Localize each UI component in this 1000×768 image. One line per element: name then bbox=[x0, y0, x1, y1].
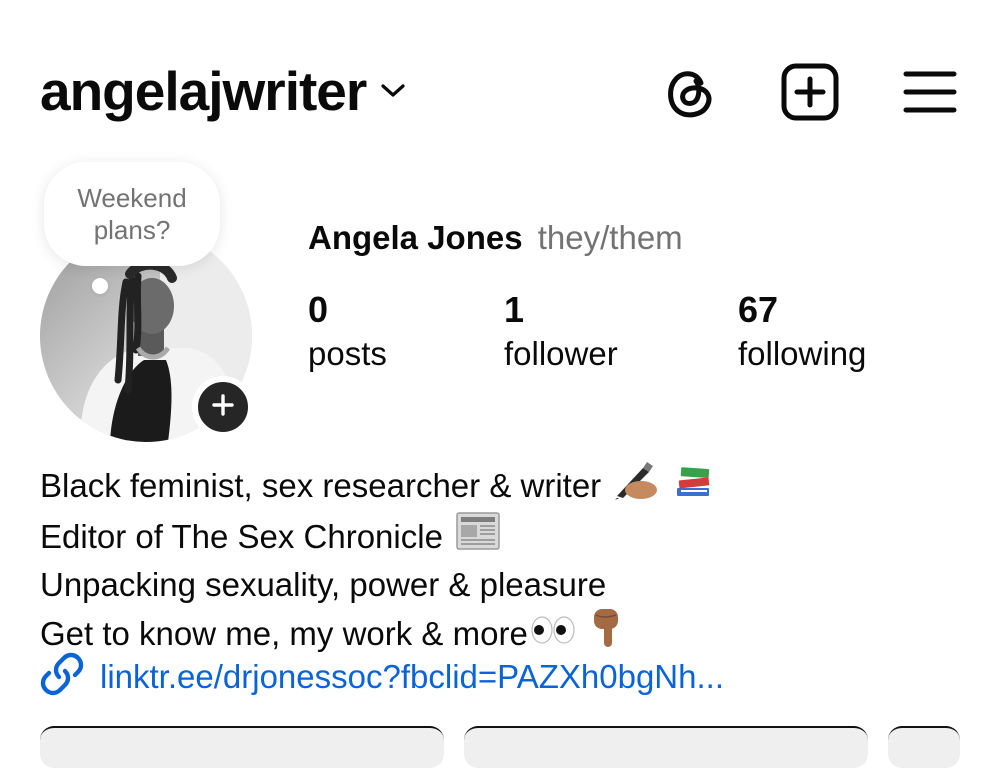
share-profile-button[interactable] bbox=[464, 726, 868, 768]
following-label: following bbox=[738, 335, 867, 372]
profile-name-row: Angela Jones they/them bbox=[308, 216, 683, 260]
threads-icon[interactable] bbox=[660, 62, 720, 122]
followers-value: 1 bbox=[504, 289, 525, 330]
display-name: Angela Jones bbox=[308, 219, 523, 256]
plus-icon bbox=[211, 393, 235, 422]
followers-label: follower bbox=[504, 335, 618, 372]
note-text: Weekend plans? bbox=[77, 183, 187, 245]
following-value: 67 bbox=[738, 289, 779, 330]
profile-header: angelajwriter bbox=[0, 0, 1000, 180]
eyes-icon bbox=[530, 611, 576, 656]
followers-count[interactable]: 1 follower bbox=[504, 288, 618, 376]
writing-hand-icon bbox=[613, 460, 661, 511]
newspaper-icon bbox=[455, 511, 501, 562]
discover-people-button[interactable] bbox=[888, 726, 960, 768]
posts-value: 0 bbox=[308, 289, 329, 330]
username: angelajwriter bbox=[40, 60, 367, 122]
edit-profile-button[interactable] bbox=[40, 726, 444, 768]
bio-line: Unpacking sexuality, power & pleasure bbox=[40, 562, 940, 607]
bio-line-2: Editor of The Sex Chronicle bbox=[40, 518, 443, 555]
add-square-icon[interactable] bbox=[780, 62, 840, 122]
bio-line: Editor of The Sex Chronicle bbox=[40, 511, 940, 562]
bio-line: Black feminist, sex researcher & writer bbox=[40, 460, 940, 511]
link-text: linktr.ee/drjonessoc?fbclid=PAZXh0bgNh..… bbox=[100, 657, 724, 695]
hamburger-menu-icon[interactable] bbox=[900, 62, 960, 122]
note-bubble[interactable]: Weekend plans? bbox=[44, 162, 220, 266]
account-switcher[interactable]: angelajwriter bbox=[40, 58, 406, 124]
posts-count[interactable]: 0 posts bbox=[308, 288, 387, 376]
bio-line-3: Unpacking sexuality, power & pleasure bbox=[40, 566, 607, 603]
posts-label: posts bbox=[308, 335, 387, 372]
profile-picture-area: Weekend plans? bbox=[40, 160, 270, 442]
bio-line-1: Black feminist, sex researcher & writer bbox=[40, 467, 602, 504]
link-icon bbox=[40, 652, 84, 701]
bio: Black feminist, sex researcher & writer … bbox=[40, 460, 940, 660]
books-icon bbox=[673, 460, 713, 511]
following-count[interactable]: 67 following bbox=[738, 288, 866, 376]
note-bubble-tail bbox=[92, 278, 108, 294]
bio-link[interactable]: linktr.ee/drjonessoc?fbclid=PAZXh0bgNh..… bbox=[40, 652, 724, 701]
bio-line-4: Get to know me, my work & more bbox=[40, 615, 528, 652]
add-story-button[interactable] bbox=[192, 376, 254, 438]
chevron-down-icon bbox=[380, 83, 406, 104]
pronouns: they/them bbox=[537, 219, 683, 256]
